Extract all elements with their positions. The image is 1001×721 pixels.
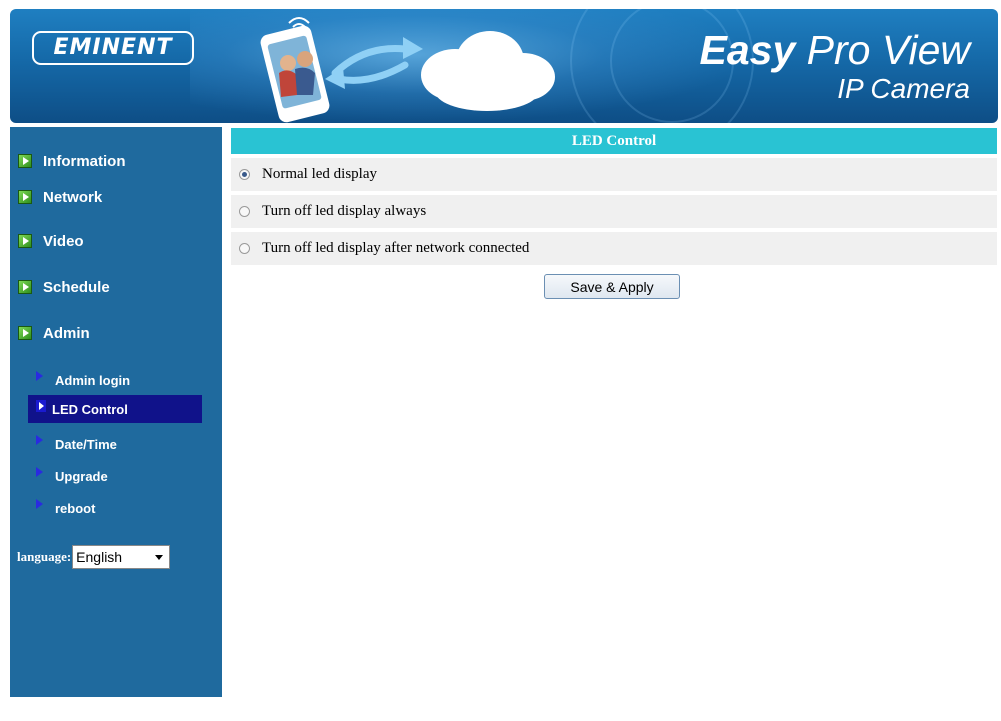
blue-arrow-icon (36, 467, 43, 477)
signal-icon (288, 17, 310, 28)
blue-arrow-icon (36, 371, 43, 381)
option-label: Turn off led display after network conne… (262, 240, 530, 256)
radio-button[interactable] (239, 243, 250, 254)
sidebar: Information Network Video Schedule Admin… (10, 127, 222, 697)
product-title-light: Pro View (795, 27, 970, 73)
option-normal-led[interactable]: Normal led display (231, 158, 997, 191)
green-arrow-icon (18, 326, 32, 340)
language-select[interactable]: English (72, 545, 171, 569)
sidebar-item-label: Information (43, 152, 126, 170)
eminent-logo: EMINENT (32, 31, 194, 65)
sidebar-subitem-admin-login[interactable]: Admin login (28, 366, 202, 394)
sidebar-item-label: Schedule (43, 278, 110, 296)
sidebar-subitem-upgrade[interactable]: Upgrade (28, 462, 202, 490)
product-title-bold: Easy (699, 27, 796, 73)
save-apply-button[interactable]: Save & Apply (544, 274, 680, 299)
radio-button[interactable] (239, 206, 250, 217)
sidebar-subitem-led-control[interactable]: LED Control (28, 395, 202, 423)
sync-arrows-icon (331, 45, 409, 84)
sidebar-subitem-label: Admin login (55, 372, 131, 388)
header-illustration (260, 17, 555, 123)
sidebar-subitem-label: Date/Time (55, 436, 117, 452)
green-arrow-icon (18, 234, 32, 248)
option-led-off-always[interactable]: Turn off led display always (231, 195, 997, 228)
sidebar-item-schedule[interactable]: Schedule (18, 276, 110, 298)
language-row: language: English (17, 545, 171, 569)
green-arrow-icon (18, 280, 32, 294)
sidebar-item-label: Network (43, 188, 103, 206)
header-banner: EMINENT Easy Pro View IP Camera (10, 9, 998, 123)
phone-photo-icon (260, 25, 330, 123)
option-label: Normal led display (262, 166, 377, 182)
radio-button[interactable] (239, 169, 250, 180)
sidebar-item-admin[interactable]: Admin (18, 322, 90, 344)
sidebar-item-label: Admin (43, 324, 90, 342)
product-subtitle: IP Camera (837, 73, 970, 104)
sidebar-item-label: Video (43, 232, 84, 250)
sidebar-item-video[interactable]: Video (18, 230, 84, 252)
sidebar-subitem-date-time[interactable]: Date/Time (28, 430, 202, 458)
sidebar-subitem-label: Upgrade (55, 468, 108, 484)
option-label: Turn off led display always (262, 203, 427, 219)
green-arrow-icon (18, 190, 32, 204)
main-panel: LED Control Normal led display Turn off … (231, 128, 997, 299)
app-window: EMINENT Easy Pro View IP Camera Informat… (0, 0, 1001, 721)
product-title: Easy Pro View (700, 27, 970, 73)
blue-arrow-icon (36, 400, 46, 412)
sidebar-item-network[interactable]: Network (18, 186, 102, 208)
sidebar-subitem-reboot[interactable]: reboot (28, 494, 202, 522)
sidebar-item-information[interactable]: Information (18, 150, 126, 172)
blue-arrow-icon (36, 435, 43, 445)
blue-arrow-icon (36, 499, 43, 509)
sidebar-subitem-label: reboot (55, 500, 96, 516)
arrow-head (403, 37, 423, 59)
green-arrow-icon (18, 154, 32, 168)
panel-title: LED Control (231, 128, 997, 154)
sidebar-subitem-label: LED Control (52, 401, 128, 417)
cloud-icon (421, 31, 555, 111)
dropdown-arrow-icon (155, 554, 164, 560)
language-value: English (76, 549, 123, 565)
option-led-off-after-network[interactable]: Turn off led display after network conne… (231, 232, 997, 265)
language-label: language: (17, 549, 72, 564)
